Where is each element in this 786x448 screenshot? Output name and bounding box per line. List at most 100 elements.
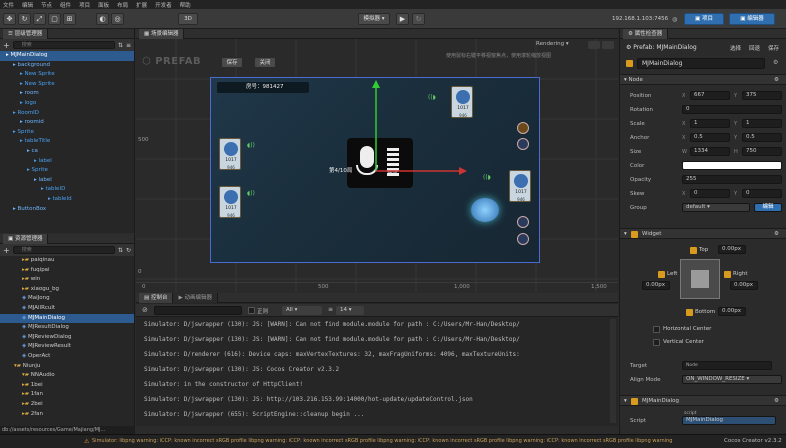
rect-tool-icon[interactable]: ▢ bbox=[48, 13, 61, 25]
animation-editor-tab[interactable]: ▶ 动画编辑器 bbox=[173, 293, 218, 303]
assets-tab[interactable]: ▣ 资源管理器 bbox=[3, 234, 49, 244]
properties-tab[interactable]: ⚙ 属性检查器 bbox=[623, 29, 669, 39]
log-level-select[interactable]: All ▾ bbox=[282, 306, 322, 315]
menu-item-0[interactable]: 文件 bbox=[3, 1, 14, 9]
hierarchy-node[interactable]: ▸ tableID bbox=[0, 185, 134, 195]
regex-checkbox[interactable] bbox=[248, 307, 255, 314]
widget-top-checkbox[interactable] bbox=[690, 247, 697, 254]
prefab-select-button[interactable]: 选择 bbox=[730, 44, 741, 52]
refresh-icon[interactable]: ↻ bbox=[412, 13, 425, 25]
horizontal-center-checkbox[interactable] bbox=[653, 326, 660, 333]
asset-item[interactable]: ▸▰ 1bei bbox=[0, 381, 134, 391]
rotation-field[interactable]: 0 bbox=[682, 105, 782, 114]
asset-item[interactable]: ◈ MJResultDialog bbox=[0, 323, 134, 333]
skew-y-field[interactable]: 0 bbox=[742, 189, 782, 198]
menu-item-8[interactable]: 开发者 bbox=[155, 1, 172, 9]
scene-viewport[interactable]: ⬡ PREFAB 保存 关闭 Rendering ▾ 使用鼠标右键平移视窗焦点，… bbox=[136, 39, 618, 292]
widget-section[interactable]: ▾ Widget ⚙ bbox=[620, 228, 786, 239]
refresh-icon[interactable]: ↻ bbox=[126, 247, 131, 254]
size-h-field[interactable]: 750 bbox=[742, 147, 782, 156]
anchor-y-field[interactable]: 0.5 bbox=[742, 133, 782, 142]
node-name-field[interactable]: MJMainDialog bbox=[637, 58, 765, 69]
pivot-toggle-icon[interactable]: ◐ bbox=[96, 13, 109, 25]
open-editor-button[interactable]: ▣ 编辑器 bbox=[729, 13, 775, 25]
hierarchy-node[interactable]: ▸ label bbox=[0, 157, 134, 167]
prefab-close-button[interactable]: 关闭 bbox=[254, 57, 276, 68]
menu-item-3[interactable]: 组件 bbox=[60, 1, 71, 9]
skew-x-field[interactable]: 0 bbox=[690, 189, 730, 198]
asset-item[interactable]: ▸▰ xiaogu_bg bbox=[0, 285, 134, 295]
gear-icon[interactable]: ⚙ bbox=[774, 398, 779, 404]
widget-right-checkbox[interactable] bbox=[724, 271, 731, 278]
local-global-toggle-icon[interactable]: ◎ bbox=[111, 13, 124, 25]
asset-item[interactable]: ◈ MJMainDialog bbox=[0, 313, 134, 324]
hierarchy-search-input[interactable]: 搜索 bbox=[12, 41, 115, 49]
widget-right-field[interactable]: 0.00px bbox=[730, 281, 758, 290]
asset-item[interactable]: ▾▰ NNAudio bbox=[0, 371, 134, 381]
menu-item-9[interactable]: 帮助 bbox=[180, 1, 191, 9]
asset-item[interactable]: ◈ MJAllRcult bbox=[0, 304, 134, 314]
hierarchy-tab[interactable]: ☰ 层级管理器 bbox=[3, 29, 49, 39]
hierarchy-node[interactable]: ▸ ca bbox=[0, 147, 134, 157]
node-active-checkbox[interactable] bbox=[626, 60, 633, 67]
console-tab[interactable]: ▤ 控制台 bbox=[139, 293, 174, 303]
widget-enable-checkbox[interactable] bbox=[631, 231, 638, 238]
preview-mode-select[interactable]: 模拟器 ▾ bbox=[358, 13, 390, 25]
hierarchy-node[interactable]: ▸ RoomID bbox=[0, 109, 134, 119]
hierarchy-node[interactable]: ▸ tableTitle bbox=[0, 137, 134, 147]
rendering-dropdown[interactable]: Rendering ▾ bbox=[536, 41, 569, 47]
widget-left-checkbox[interactable] bbox=[658, 271, 665, 278]
asset-item[interactable]: ▸▰ 2bei bbox=[0, 400, 134, 410]
align-mode-select[interactable]: ON_WINDOW_RESIZE ▾ bbox=[682, 375, 782, 384]
hierarchy-node[interactable]: ▸ MJMainDialog bbox=[0, 51, 134, 61]
hierarchy-node[interactable]: ▸ New Sprite bbox=[0, 80, 134, 90]
gear-icon[interactable]: ⚙ bbox=[774, 77, 779, 83]
asset-item[interactable]: ▸▰ win bbox=[0, 275, 134, 285]
transform-tool-icon[interactable]: ⊞ bbox=[63, 13, 76, 25]
scene-option-button-2[interactable] bbox=[602, 41, 614, 49]
vertical-center-checkbox[interactable] bbox=[653, 339, 660, 346]
assets-search-input[interactable]: 搜索 bbox=[12, 246, 115, 254]
add-node-icon[interactable]: + bbox=[3, 41, 10, 50]
hierarchy-node[interactable]: ▸ Sprite bbox=[0, 166, 134, 176]
menu-item-1[interactable]: 编辑 bbox=[22, 1, 33, 9]
scene-option-button[interactable] bbox=[588, 41, 600, 49]
play-icon[interactable]: ▶ bbox=[396, 13, 409, 25]
asset-item[interactable]: ▸▰ paiqinau bbox=[0, 256, 134, 266]
prefab-save-button[interactable]: 保存 bbox=[221, 57, 243, 68]
hierarchy-node[interactable]: ▸ Sprite bbox=[0, 128, 134, 138]
open-project-button[interactable]: ▣ 项目 bbox=[684, 13, 724, 25]
scene-tab[interactable]: ▦ 场景编辑器 bbox=[139, 29, 185, 39]
rotate-tool-icon[interactable]: ↻ bbox=[18, 13, 31, 25]
asset-item[interactable]: ◈ OperAct bbox=[0, 352, 134, 362]
move-tool-icon[interactable]: ✥ bbox=[3, 13, 16, 25]
script-section[interactable]: ▾ MJMainDialog ⚙ bbox=[620, 395, 786, 406]
hierarchy-node[interactable]: ▸ New Sprite bbox=[0, 70, 134, 80]
size-w-field[interactable]: 1334 bbox=[690, 147, 730, 156]
widget-bottom-checkbox[interactable] bbox=[686, 309, 693, 316]
scale-y-field[interactable]: 1 bbox=[742, 119, 782, 128]
menu-item-6[interactable]: 布局 bbox=[117, 1, 128, 9]
group-edit-button[interactable]: 编辑 bbox=[754, 203, 782, 212]
collapse-icon[interactable]: ≡ bbox=[126, 42, 131, 49]
asset-item[interactable]: ▾▰ Niunju bbox=[0, 362, 134, 372]
script-field[interactable]: MJMainDialog bbox=[682, 416, 776, 425]
sort-icon[interactable]: ⇅ bbox=[118, 42, 123, 49]
hierarchy-node[interactable]: ▸ background bbox=[0, 61, 134, 71]
asset-item[interactable]: ◈ MJReviewDialog bbox=[0, 333, 134, 343]
scale-x-field[interactable]: 1 bbox=[690, 119, 730, 128]
hierarchy-node[interactable]: ▸ tableId bbox=[0, 195, 134, 205]
widget-left-field[interactable]: 0.00px bbox=[642, 281, 670, 290]
hierarchy-node[interactable]: ▸ roomid bbox=[0, 118, 134, 128]
position-x-field[interactable]: 667 bbox=[690, 91, 730, 100]
prefab-save-button[interactable]: 保存 bbox=[768, 44, 779, 52]
gear-icon[interactable]: ⚙ bbox=[774, 231, 779, 237]
status-warning-text[interactable]: Simulator: libpng warning: iCCP: known i… bbox=[92, 438, 672, 444]
add-asset-icon[interactable]: + bbox=[3, 246, 10, 255]
opacity-field[interactable]: 255 bbox=[682, 175, 782, 184]
hierarchy-node[interactable]: ▸ label bbox=[0, 176, 134, 186]
menu-item-4[interactable]: 项目 bbox=[79, 1, 90, 9]
console-scrollbar[interactable] bbox=[610, 319, 616, 423]
clear-console-icon[interactable]: ⊘ bbox=[142, 306, 148, 314]
menu-item-5[interactable]: 面板 bbox=[98, 1, 109, 9]
